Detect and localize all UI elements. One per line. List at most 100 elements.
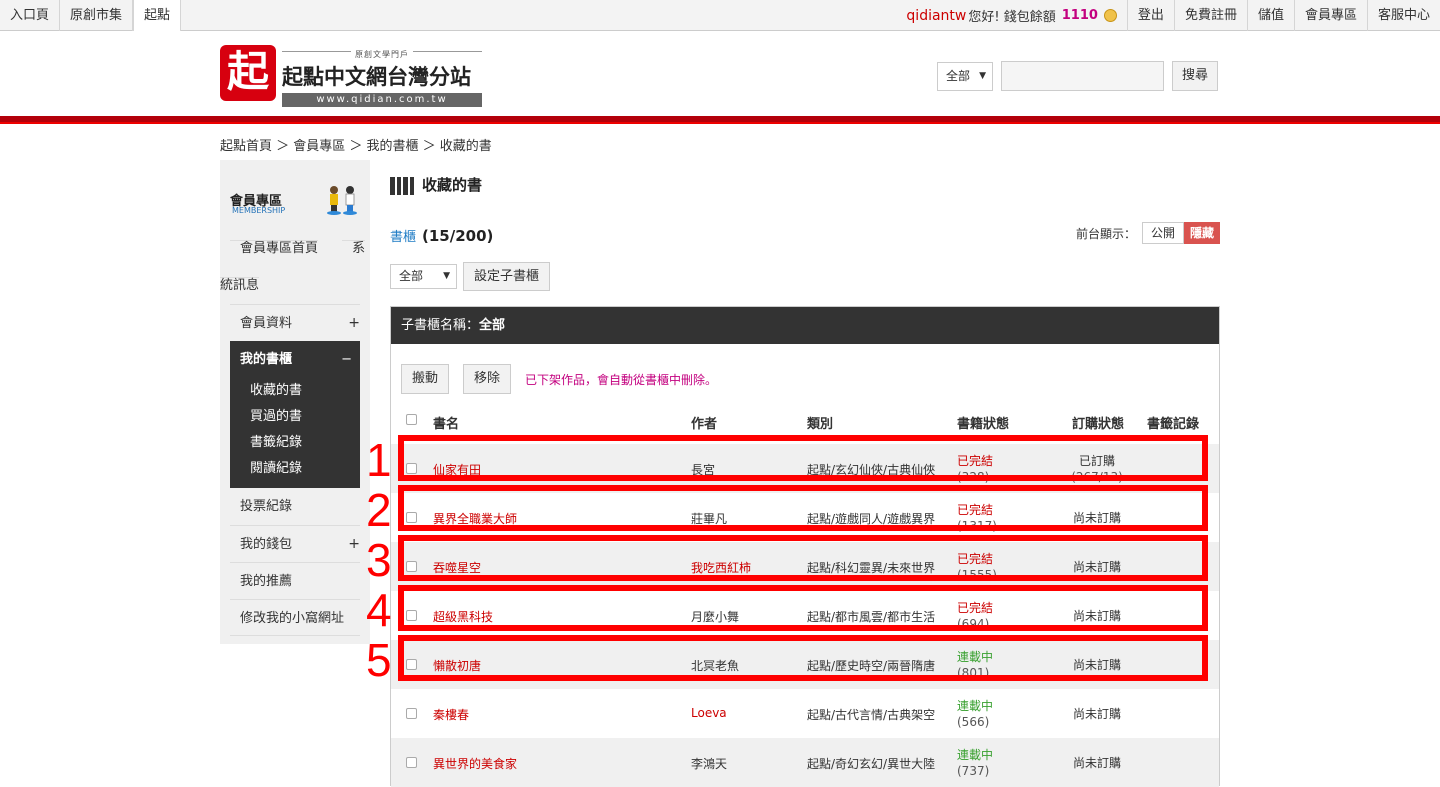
- select-all-checkbox[interactable]: [406, 414, 417, 425]
- sub-shelf-controls: 全部 ▼ 設定子書櫃: [390, 262, 551, 291]
- hidden-button[interactable]: 隱藏: [1183, 222, 1220, 244]
- sidebar-item-edit-url[interactable]: 修改我的小窩網址: [230, 599, 360, 636]
- wallet-balance: 1110: [1061, 8, 1098, 23]
- highlight-box: [398, 635, 1208, 681]
- public-button[interactable]: 公開: [1141, 222, 1184, 244]
- register-link[interactable]: 免費註冊: [1173, 0, 1247, 31]
- highlight-box: [398, 535, 1208, 581]
- members-icon: [327, 186, 357, 215]
- site-logo[interactable]: 起 原創文學門戶 起點中文網台灣分站 www.qidian.com.tw: [220, 45, 482, 107]
- annotation-number: 1: [366, 434, 392, 486]
- header-order-status: 訂購狀態: [1072, 417, 1125, 432]
- book-category: 起點/古代言情/古典架空: [807, 708, 936, 722]
- header-red-line: [0, 122, 1440, 124]
- site-header: 起 原創文學門戶 起點中文網台灣分站 www.qidian.com.tw 全部 ▼…: [0, 31, 1440, 116]
- highlight-box: [398, 435, 1208, 481]
- highlight-box: [398, 485, 1208, 531]
- logo-tagline: 原創文學門戶: [282, 50, 482, 59]
- sidebar-sub-reading[interactable]: 閱讀紀錄: [230, 456, 360, 482]
- member-sidebar: 會員專區 MEMBERSHIP 會員專區首頁 系統訊息 會員資料 + 我的書櫃 − …: [220, 160, 370, 644]
- table-header: 書名 作者 類別 書籍狀態 訂購狀態 書籤記錄: [391, 407, 1219, 437]
- expand-plus-icon: +: [348, 536, 360, 552]
- display-toggle: 前台顯示： 公開 隱藏: [1076, 222, 1220, 244]
- chevron-down-icon: ▼: [443, 271, 450, 281]
- search-input[interactable]: [1001, 61, 1164, 91]
- member-area-link[interactable]: 會員專區: [1293, 0, 1367, 31]
- sidebar-item-votes[interactable]: 投票紀錄: [230, 488, 360, 525]
- username-link[interactable]: qidiantw: [906, 8, 966, 24]
- sidebar-item-bookshelf[interactable]: 我的書櫃 −: [230, 341, 360, 378]
- panel-header: 子書櫃名稱：全部: [391, 307, 1219, 344]
- sidebar-item-recommend[interactable]: 我的推薦: [230, 562, 360, 599]
- search-button[interactable]: 搜尋: [1172, 61, 1218, 91]
- collapse-minus-icon: −: [341, 352, 352, 367]
- sidebar-subtitle: MEMBERSHIP: [232, 206, 286, 215]
- annotation-number: 5: [366, 634, 392, 686]
- search-bar: 全部 ▼ 搜尋: [937, 61, 1218, 91]
- bulk-actions: 搬動 移除 已下架作品，會自動從書櫃中刪除。: [401, 364, 717, 394]
- status-text: 連載中: [957, 748, 994, 762]
- order-status: 尚未訂購: [1057, 755, 1137, 771]
- logo-mark: 起: [220, 45, 276, 101]
- book-title-link[interactable]: 秦樓春: [433, 706, 469, 723]
- sidebar-group-bookshelf: 我的書櫃 − 收藏的書 買過的書 書籤紀錄 閱讀紀錄: [230, 341, 360, 488]
- tab-original-market[interactable]: 原創市集: [60, 0, 134, 31]
- sidebar-item-wallet[interactable]: 我的錢包 +: [230, 525, 360, 562]
- order-text: 尚未訂購: [1072, 756, 1121, 770]
- support-link[interactable]: 客服中心: [1366, 0, 1440, 31]
- display-label: 前台顯示：: [1075, 226, 1136, 241]
- header-category: 類別: [807, 417, 834, 432]
- sidebar-sub-favorites[interactable]: 收藏的書: [230, 378, 360, 404]
- highlight-box: [398, 585, 1208, 631]
- book-status: 連載中 (566): [957, 698, 993, 730]
- breadcrumb[interactable]: 起點首頁 ＞ 會員專區 ＞ 我的書櫃 ＞ 收藏的書: [220, 135, 492, 154]
- sub-shelf-select[interactable]: 全部 ▼: [390, 264, 457, 289]
- book-category: 起點/奇幻玄幻/異世大陸: [807, 757, 936, 771]
- remove-button[interactable]: 移除: [463, 364, 512, 394]
- logo-text: 原創文學門戶 起點中文網台灣分站 www.qidian.com.tw: [282, 45, 482, 107]
- bookshelf-icon: [390, 175, 414, 195]
- row-checkbox[interactable]: [406, 757, 417, 768]
- sidebar-item-member-info[interactable]: 會員資料 +: [230, 304, 360, 341]
- user-nav: qidiantw 您好! 錢包餘額 1110 登出 免費註冊 儲值 會員專區 客…: [896, 0, 1440, 31]
- logout-link[interactable]: 登出: [1126, 0, 1174, 31]
- header-book-status: 書籍狀態: [957, 417, 1010, 432]
- sidebar-sub-bookmarks[interactable]: 書籤紀錄: [230, 430, 360, 456]
- tab-entry[interactable]: 入口頁: [0, 0, 61, 31]
- chapter-count: (737): [957, 764, 990, 778]
- book-author: 李鴻天: [691, 757, 728, 771]
- move-button[interactable]: 搬動: [401, 364, 450, 394]
- search-scope-select[interactable]: 全部 ▼: [937, 61, 993, 91]
- tab-qidian[interactable]: 起點: [133, 0, 182, 32]
- shelf-count: 書櫃 (15/200): [390, 227, 494, 245]
- table-row: 秦樓春 Loeva 起點/古代言情/古典架空 連載中 (566) 尚未訂購: [391, 689, 1219, 738]
- top-nav-bar: 入口頁 原創市集 起點 qidiantw 您好! 錢包餘額 1110 登出 免費…: [0, 0, 1440, 32]
- sidebar-header: 會員專區 MEMBERSHIP: [220, 160, 370, 230]
- site-tabs: 入口頁 原創市集 起點: [0, 0, 182, 32]
- removal-note: 已下架作品，會自動從書櫃中刪除。: [525, 372, 718, 387]
- status-text: 連載中: [957, 699, 994, 713]
- logo-url: www.qidian.com.tw: [282, 93, 482, 107]
- book-title-link[interactable]: 異世界的美食家: [433, 755, 517, 772]
- logo-name: 起點中文網台灣分站: [282, 65, 471, 89]
- sidebar-item-member-home[interactable]: 會員專區首頁: [230, 240, 319, 256]
- coin-icon: [1103, 9, 1117, 22]
- expand-plus-icon: +: [348, 315, 360, 331]
- user-greeting: qidiantw 您好! 錢包餘額 1110: [896, 6, 1127, 25]
- book-status: 連載中 (737): [957, 747, 993, 779]
- book-author[interactable]: Loeva: [691, 706, 727, 720]
- chevron-down-icon: ▼: [979, 70, 986, 81]
- annotation-number: 4: [366, 584, 392, 636]
- sidebar-sub-purchased[interactable]: 買過的書: [230, 404, 360, 430]
- order-text: 尚未訂購: [1072, 707, 1121, 721]
- topup-link[interactable]: 儲值: [1246, 0, 1294, 31]
- header-title: 書名: [433, 417, 460, 432]
- row-checkbox[interactable]: [406, 708, 417, 719]
- annotation-number: 2: [366, 484, 392, 536]
- greeting-text: 您好! 錢包餘額: [968, 10, 1056, 25]
- annotation-number: 3: [366, 534, 392, 586]
- shelf-link[interactable]: 書櫃: [390, 230, 416, 245]
- set-sub-shelf-button[interactable]: 設定子書櫃: [463, 262, 551, 291]
- header-author: 作者: [691, 417, 718, 432]
- order-status: 尚未訂購: [1057, 706, 1137, 722]
